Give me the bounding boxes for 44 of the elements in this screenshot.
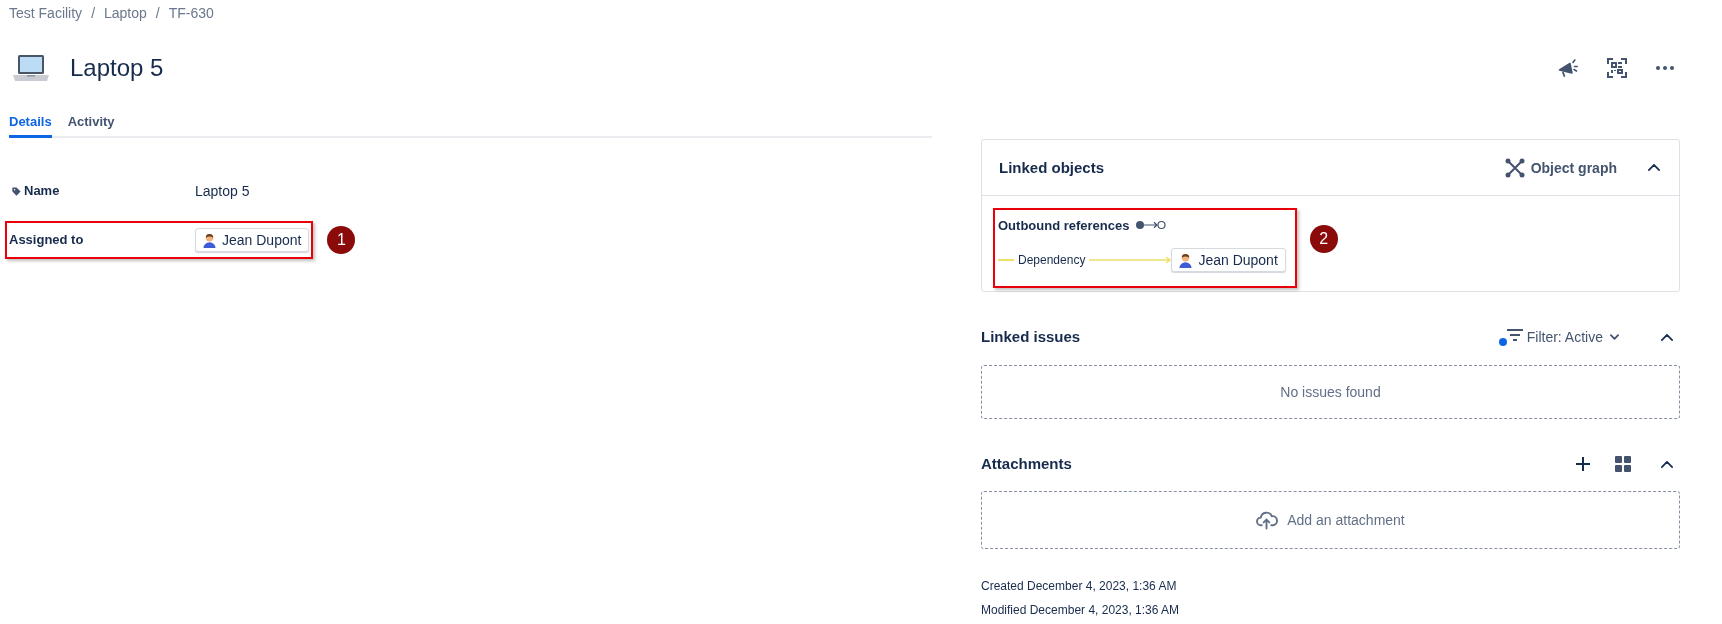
attachment-dropzone[interactable]: Add an attachment: [981, 491, 1680, 549]
breadcrumb-separator: /: [155, 5, 160, 21]
user-chip[interactable]: Jean Dupont: [195, 228, 310, 252]
object-graph-button[interactable]: Object graph: [1504, 157, 1617, 178]
plus-icon[interactable]: [1576, 457, 1590, 471]
tab[interactable]: Details: [9, 108, 52, 138]
field-label: Assigned to: [9, 231, 84, 249]
user-chip[interactable]: Jean Dupont: [1171, 248, 1286, 272]
relation-label: Dependency: [1018, 253, 1086, 267]
megaphone-icon[interactable]: [1558, 59, 1578, 77]
page-title: Laptop 5: [70, 53, 164, 83]
user-avatar-icon: [1179, 252, 1193, 268]
chevron-up-icon[interactable]: [1661, 333, 1673, 341]
annotation-badge: 1: [327, 226, 356, 254]
section-title: Linked objects: [999, 157, 1105, 178]
breadcrumb-link[interactable]: Test Facility: [9, 5, 83, 21]
breadcrumb-separator: /: [91, 5, 95, 21]
laptop-icon: [13, 55, 49, 81]
tab[interactable]: Activity: [67, 108, 115, 138]
chevron-up-icon[interactable]: [1661, 460, 1673, 468]
outbound-arrow-icon: [1136, 220, 1167, 230]
chevron-up-icon[interactable]: [1648, 164, 1660, 171]
connector-line: [998, 259, 1014, 261]
subsection-title: Outbound references: [998, 217, 1130, 233]
grid-view-icon[interactable]: [1615, 456, 1631, 472]
tag-icon: [12, 186, 21, 196]
graph-nodes-icon: [1504, 157, 1525, 178]
breadcrumb-link[interactable]: TF-630: [168, 5, 214, 21]
annotation-badge: 2: [1309, 225, 1338, 253]
field-label: Name: [24, 182, 60, 200]
qr-code-icon[interactable]: [1607, 58, 1627, 78]
filter-icon: [1506, 329, 1523, 341]
chevron-down-icon: [1610, 334, 1619, 340]
section-title: Attachments: [981, 454, 1072, 474]
section-title: Linked issues: [981, 327, 1081, 347]
filter-button[interactable]: Filter: Active: [1498, 327, 1619, 347]
field-value: Laptop 5: [195, 182, 250, 200]
created-timestamp: Created December 4, 2023, 1:36 AM: [981, 578, 1177, 595]
user-avatar-icon: [203, 232, 216, 248]
modified-timestamp: Modified December 4, 2023, 1:36 AM: [981, 602, 1180, 619]
breadcrumb-link[interactable]: Laptop: [104, 5, 147, 21]
cloud-upload-icon: [1256, 510, 1279, 530]
more-icon[interactable]: [1656, 66, 1674, 70]
empty-message: No issues found: [1280, 384, 1381, 400]
